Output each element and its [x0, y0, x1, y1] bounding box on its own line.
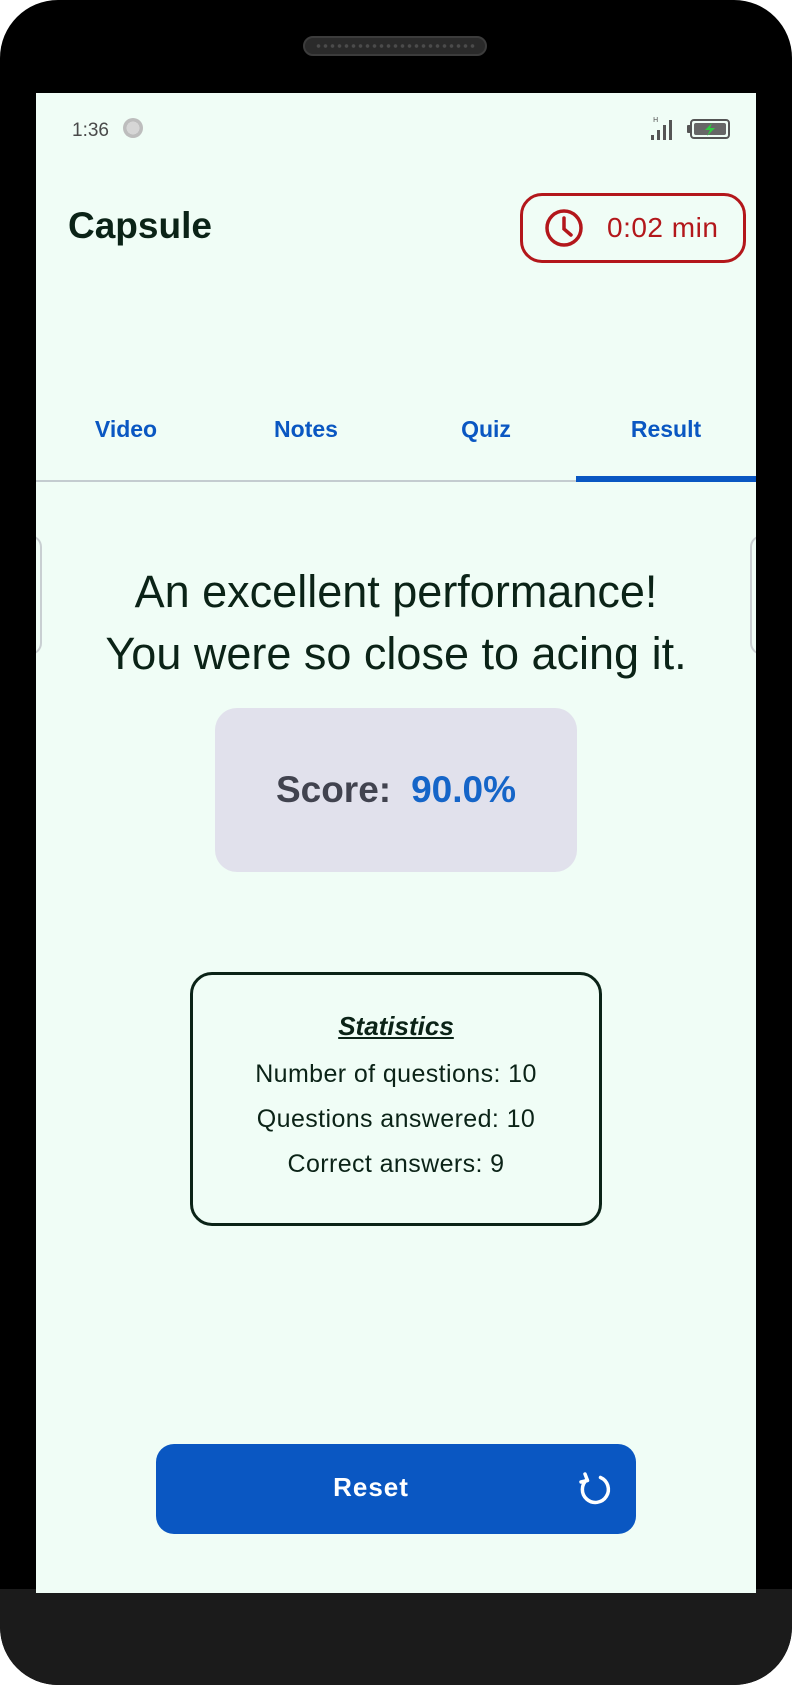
stat-questions-answered: Questions answered: 10	[256, 1105, 536, 1133]
timer-text: 0:02 min	[607, 212, 719, 243]
tab-notes[interactable]: Notes	[216, 386, 396, 480]
clock-icon	[545, 209, 583, 247]
phone-chin	[0, 1589, 792, 1685]
headline-line-2: You were so close to acing it.	[105, 628, 687, 679]
score-value: 90.0%	[411, 769, 517, 810]
svg-text:H: H	[653, 116, 658, 124]
battery-charging-icon	[687, 119, 730, 139]
signal-icon: H	[651, 116, 672, 140]
result-headline: An excellent performance! You were so cl…	[36, 561, 756, 685]
statistics-box: Statistics Number of questions: 10 Quest…	[190, 972, 602, 1226]
headline-line-1: An excellent performance!	[134, 566, 658, 617]
app-title: Capsule	[68, 205, 212, 246]
notification-dot-icon	[123, 118, 143, 138]
phone-frame: 1:36 H Capsule 0:02 min Video Notes Quiz…	[0, 0, 792, 1685]
tab-video[interactable]: Video	[36, 386, 216, 480]
status-time: 1:36	[72, 120, 109, 141]
stat-number-of-questions: Number of questions: 10	[255, 1060, 537, 1088]
score-label: Score:	[275, 769, 392, 810]
app-screen: 1:36 H Capsule 0:02 min Video Notes Quiz…	[36, 93, 756, 1593]
reset-button-label: Reset	[333, 1472, 409, 1502]
earpiece-speaker	[303, 36, 487, 56]
refresh-icon	[579, 1472, 611, 1505]
stat-correct-answers: Correct answers: 9	[287, 1150, 505, 1178]
tab-bar: Video Notes Quiz Result	[36, 386, 756, 482]
statistics-title: Statistics	[338, 1011, 454, 1041]
tab-result[interactable]: Result	[576, 386, 756, 482]
timer-badge: 0:02 min	[520, 193, 746, 263]
score-card: Score: 90.0%	[215, 708, 577, 872]
tab-quiz[interactable]: Quiz	[396, 386, 576, 480]
reset-button[interactable]: Reset	[156, 1444, 636, 1534]
